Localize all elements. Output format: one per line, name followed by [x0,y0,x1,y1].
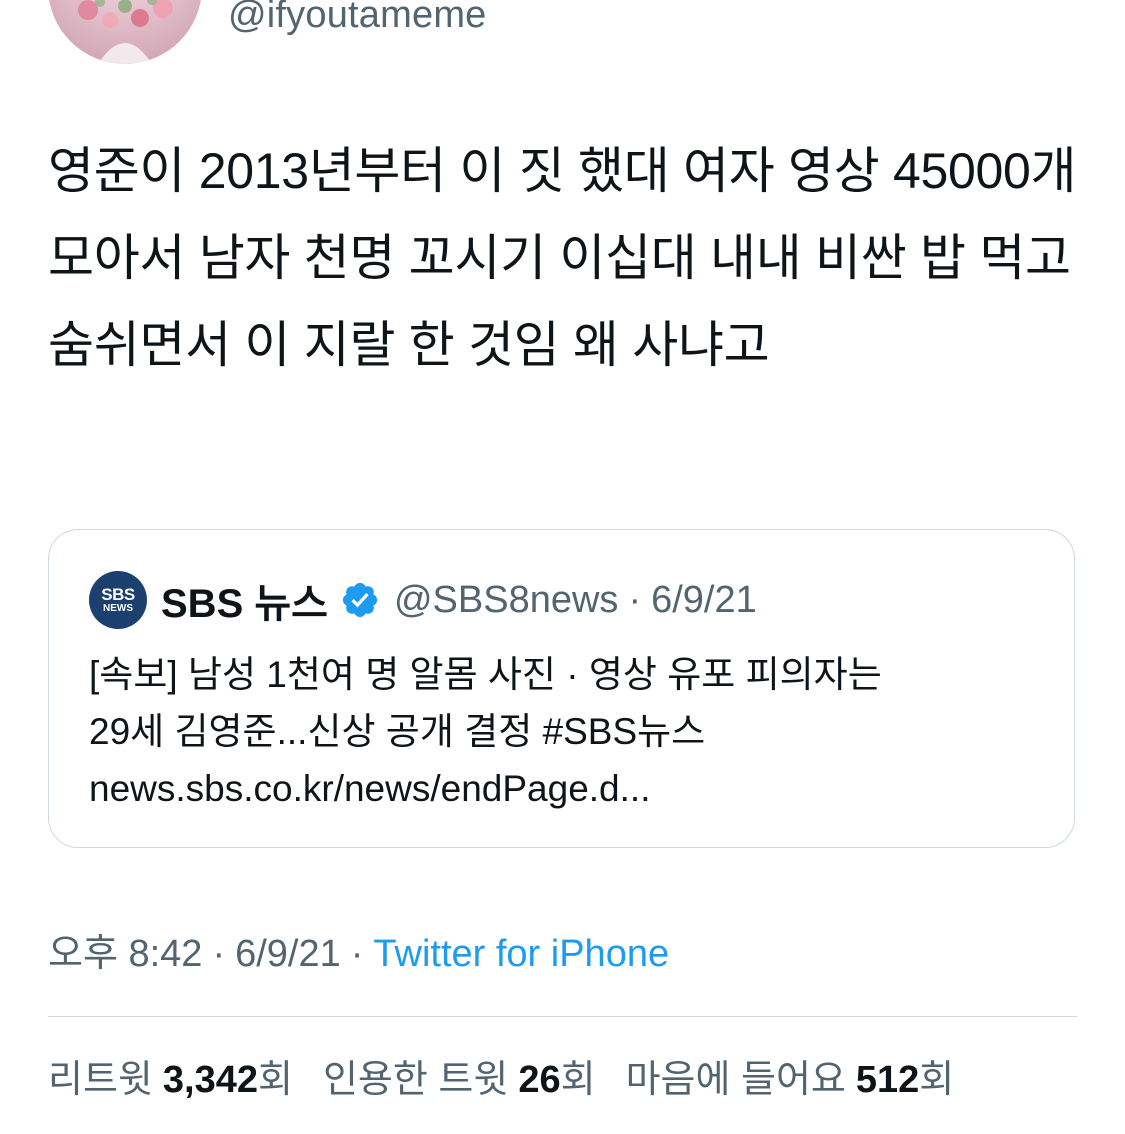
tweet-time[interactable]: 오후 8:42 [48,933,202,975]
quoted-author-handle[interactable]: @SBS8news [394,579,618,622]
tweet-text: 영준이 2013년부터 이 짓 했대 여자 영상 45000개 모아서 남자 천… [48,143,1077,373]
retweets-count: 3,342 [162,1059,258,1101]
likes-count: 512 [855,1059,920,1101]
quoted-text-link[interactable]: news.sbs.co.kr/news/endPage.d... [89,760,1029,817]
quote-tweets-label: 인용한 트윗 [322,1059,509,1101]
sbs-news-logo[interactable]: SBS NEWS [89,571,147,629]
separator-dot: · [628,578,642,621]
quoted-tweet-header: SBS NEWS SBS 뉴스 @SBS8news · 6/9/21 [89,570,757,630]
engagement-stats: 리트윗 3,342회 인용한 트윗 26회 마음에 들어요 512회 [48,1048,984,1103]
separator-dot: · [212,933,226,975]
quote-tweets-count: 26 [518,1059,561,1101]
quoted-author-name[interactable]: SBS 뉴스 [161,571,328,629]
quoted-tweet-card[interactable]: SBS NEWS SBS 뉴스 @SBS8news · 6/9/21 [속보] … [48,529,1075,848]
divider [48,1016,1077,1017]
retweets-unit: 회 [257,1059,293,1101]
tweet-source-link[interactable]: Twitter for iPhone [373,933,669,975]
tweet-date[interactable]: 6/9/21 [235,933,341,975]
separator-dot: · [350,933,364,975]
tweet-metadata: 오후 8:42 · 6/9/21 · Twitter for iPhone [48,922,669,977]
author-avatar[interactable] [48,0,202,64]
logo-text-top: SBS [101,585,135,604]
quote-tweets-unit: 회 [560,1059,596,1101]
quote-tweets-stat[interactable]: 인용한 트윗 26회 [323,1048,596,1103]
logo-text-bottom: NEWS [103,603,133,614]
avatar-image [78,0,173,64]
quoted-tweet-text: [속보] 남성 1천여 명 알몸 사진 · 영상 유포 피의자는 29세 김영준… [89,646,1029,817]
likes-label: 마음에 들어요 [625,1059,846,1101]
retweets-label: 리트윗 [48,1059,153,1101]
quoted-text-line-2: 29세 김영준...신상 공개 결정 #SBS뉴스 [89,711,706,752]
author-handle[interactable]: @ifyoutameme [228,0,487,37]
likes-unit: 회 [919,1059,955,1101]
retweets-stat[interactable]: 리트윗 3,342회 [48,1048,293,1103]
quoted-tweet-date[interactable]: 6/9/21 [651,579,757,622]
likes-stat[interactable]: 마음에 들어요 512회 [626,1048,955,1103]
verified-badge-icon [342,582,378,618]
quoted-text-line-1: [속보] 남성 1천여 명 알몸 사진 · 영상 유포 피의자는 [89,654,882,695]
